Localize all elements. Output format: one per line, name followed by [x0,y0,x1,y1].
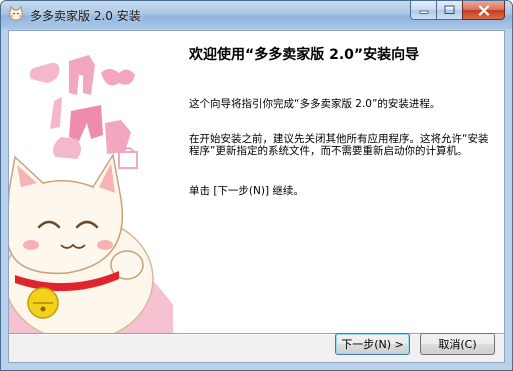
cancel-button[interactable]: 取消(C) [420,333,495,355]
welcome-content: 欢迎使用“多多卖家版 2.0”安装向导 这个向导将指引你完成“多多卖家版 2.0… [173,31,504,333]
welcome-heading: 欢迎使用“多多卖家版 2.0”安装向导 [189,47,420,63]
next-button[interactable]: 下一步(N) > [335,333,410,355]
close-apps-text: 在开始安装之前，建议先关闭其他所有应用程序。这将允许“安装程序”更新指定的系统文… [189,133,489,157]
cat-app-icon [9,6,23,21]
continue-instruction-text: 单击 [下一步(N)] 继续。 [189,185,304,197]
minimize-button[interactable] [410,1,436,20]
close-button[interactable] [462,1,505,20]
maximize-button[interactable] [436,1,462,20]
title-bar[interactable]: 多多卖家版 2.0 安装 [1,1,512,29]
minimize-icon [419,10,428,14]
intro-text: 这个向导将指引你完成“多多卖家版 2.0”的安装进程。 [189,98,441,110]
lucky-cat-illustration [9,55,173,333]
installer-window: 多多卖家版 2.0 安装 欢迎使用“多多卖家版 2.0”安装向导 这个向导将指引… [0,0,513,371]
window-title: 多多卖家版 2.0 安装 [30,9,141,23]
maximize-icon [444,5,455,14]
caption-buttons [410,1,505,20]
close-icon [478,4,489,16]
wizard-client-area: 欢迎使用“多多卖家版 2.0”安装向导 这个向导将指引你完成“多多卖家版 2.0… [8,30,505,363]
welcome-banner-image [9,31,173,333]
